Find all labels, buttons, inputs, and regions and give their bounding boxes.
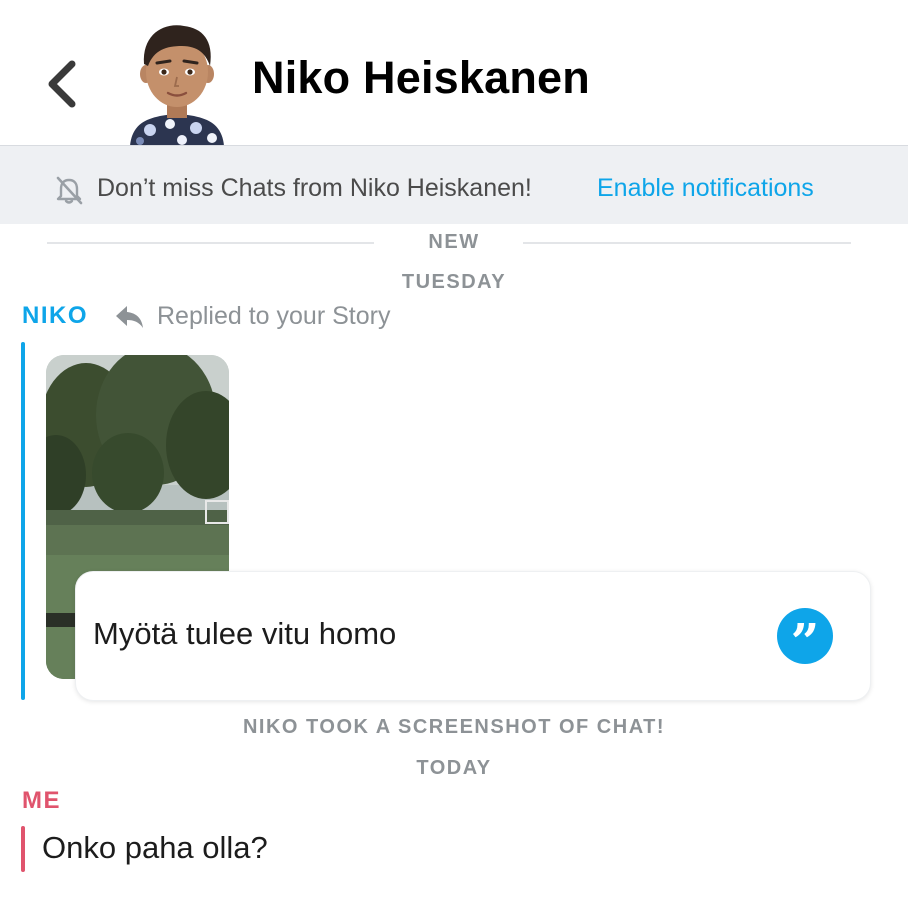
date-separator-today: TODAY bbox=[416, 757, 492, 779]
sender-name-me: ME bbox=[22, 787, 61, 814]
quote-icon[interactable]: ” bbox=[777, 608, 833, 671]
sender-name-niko: NIKO bbox=[22, 302, 88, 329]
my-message-text: Onko paha olla? bbox=[42, 830, 268, 865]
screenshot-notice: NIKO TOOK A SCREENSHOT OF CHAT! bbox=[242, 716, 666, 738]
bell-off-icon bbox=[56, 176, 83, 205]
avatar[interactable] bbox=[126, 20, 228, 146]
my-message-bar bbox=[21, 826, 25, 872]
chat-title[interactable]: Niko Heiskanen bbox=[252, 52, 590, 104]
new-label: NEW bbox=[428, 231, 480, 253]
reply-arrow-icon bbox=[116, 306, 143, 328]
niko-message-text: Myötä tulee vitu homo bbox=[93, 616, 397, 651]
back-chevron-icon[interactable] bbox=[38, 56, 88, 112]
date-separator-tuesday: TUESDAY bbox=[401, 271, 507, 293]
chat-header: Niko Heiskanen bbox=[0, 0, 908, 146]
enable-notifications-link[interactable]: Enable notifications bbox=[597, 174, 814, 203]
niko-message-bar bbox=[21, 342, 25, 700]
notification-banner-text: Don’t miss Chats from Niko Heiskanen! bbox=[97, 174, 532, 202]
replied-to-story-label: Replied to your Story bbox=[157, 302, 391, 330]
